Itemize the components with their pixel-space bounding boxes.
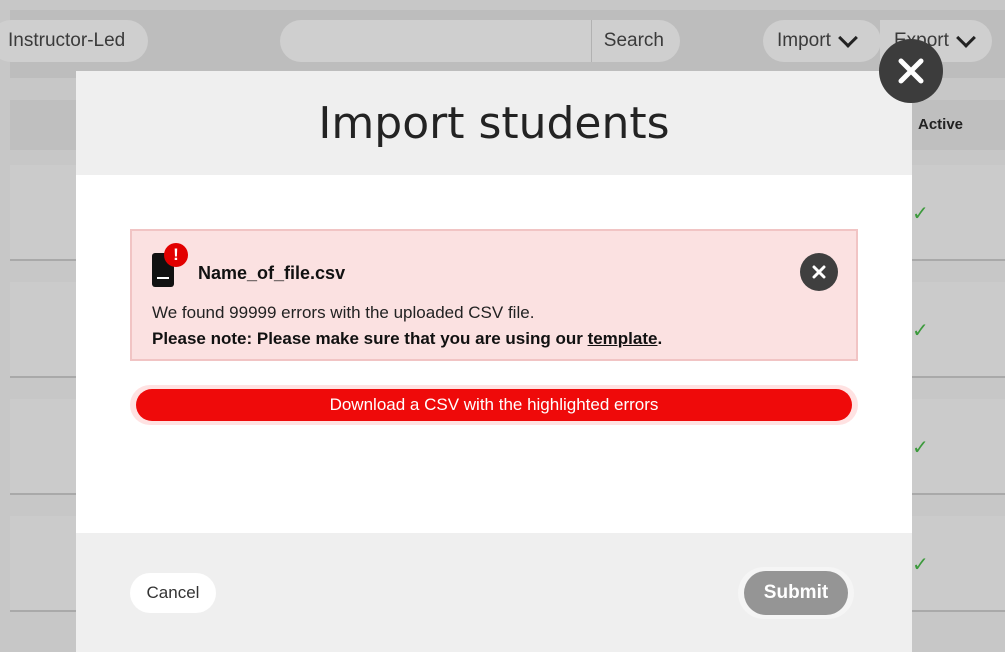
import-label: Import (777, 30, 831, 51)
dismiss-alert-button[interactable] (800, 253, 838, 291)
alert-error-message: We found 99999 errors with the uploaded … (152, 303, 535, 322)
chevron-down-icon (956, 27, 976, 48)
submit-button-focus-ring: Submit (738, 567, 854, 619)
alert-note-text: Please note: Please make sure that you a… (152, 329, 588, 348)
alert-filename: Name_of_file.csv (198, 263, 346, 283)
chevron-down-icon (837, 27, 858, 48)
column-header-active: Active (918, 116, 964, 133)
file-icon-line (157, 277, 169, 279)
import-dropdown[interactable]: Import (763, 20, 881, 62)
modal-header: Import students (76, 71, 912, 175)
close-icon (812, 265, 826, 279)
check-icon: ✓ (912, 437, 929, 459)
download-errors-button[interactable]: Download a CSV with the highlighted erro… (130, 385, 858, 425)
template-link[interactable]: template (588, 329, 658, 348)
check-icon: ✓ (912, 203, 929, 225)
alert-note: Please note: Please make sure that you a… (152, 329, 662, 349)
error-alert: ! Name_of_file.csv We found 99999 errors… (130, 229, 858, 361)
modal-close-button[interactable] (879, 39, 943, 103)
search-button[interactable]: Search (604, 30, 664, 52)
check-icon: ✓ (912, 320, 929, 342)
search-bar[interactable]: Search (280, 20, 680, 62)
submit-button[interactable]: Submit (744, 571, 848, 615)
download-errors-label: Download a CSV with the highlighted erro… (136, 389, 852, 421)
cancel-button[interactable]: Cancel (130, 573, 216, 613)
modal-title: Import students (318, 97, 670, 149)
modal-footer: Cancel Submit (76, 533, 912, 652)
error-badge-icon: ! (164, 243, 188, 267)
filter-instructor-led-label: Instructor-Led (8, 30, 126, 51)
check-icon: ✓ (912, 554, 929, 576)
alert-note-suffix: . (657, 329, 663, 348)
filter-instructor-led-button[interactable]: Instructor-Led (0, 20, 148, 62)
import-students-modal: Import students ! Name_of_file.csv We fo… (76, 71, 912, 652)
close-icon (898, 58, 924, 84)
search-divider (591, 20, 592, 62)
